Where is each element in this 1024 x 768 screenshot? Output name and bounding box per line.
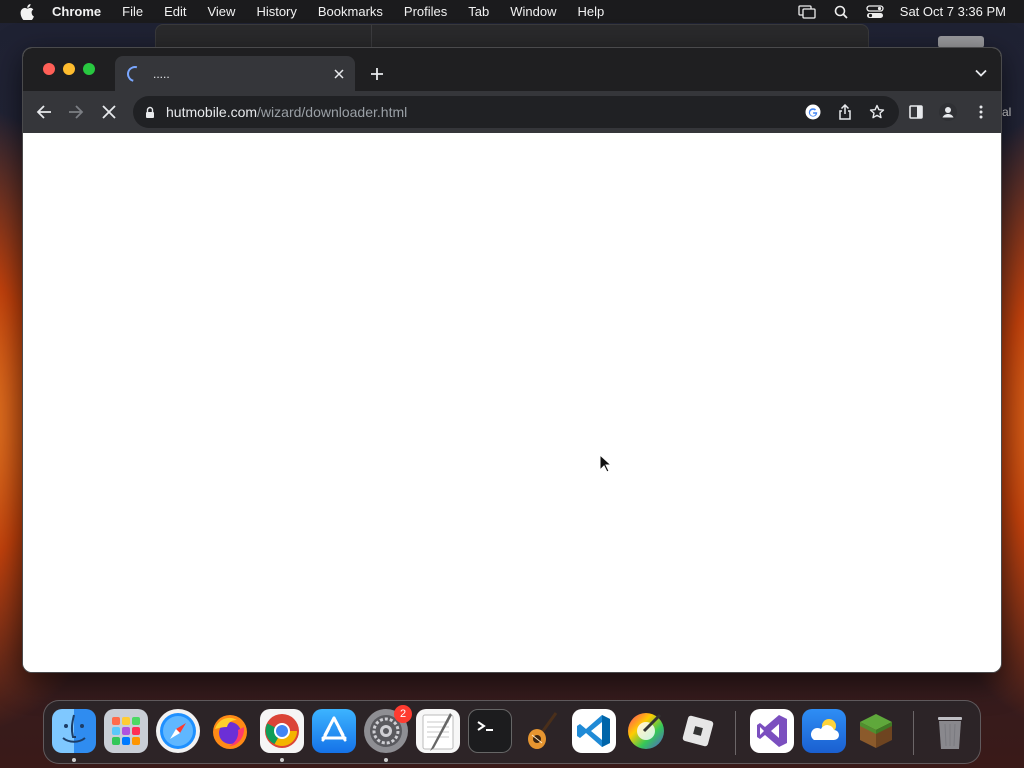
trash-icon[interactable] bbox=[928, 709, 972, 753]
mouse-pointer-icon bbox=[599, 454, 613, 473]
visual-studio-icon[interactable] bbox=[750, 709, 794, 753]
stop-loading-icon[interactable] bbox=[99, 102, 119, 122]
chrome-icon[interactable] bbox=[260, 709, 304, 753]
dock: 2 bbox=[43, 700, 981, 764]
side-panel-icon[interactable] bbox=[906, 102, 926, 122]
tab-close-icon[interactable] bbox=[331, 66, 347, 82]
vscode-icon[interactable] bbox=[572, 709, 616, 753]
window-close-button[interactable] bbox=[43, 63, 55, 75]
running-indicator bbox=[280, 758, 284, 762]
garageband-icon[interactable] bbox=[520, 709, 564, 753]
dock-separator bbox=[913, 711, 914, 755]
menu-file[interactable]: File bbox=[122, 4, 143, 19]
window-zoom-button[interactable] bbox=[83, 63, 95, 75]
menu-bar-clock[interactable]: Sat Oct 7 3:36 PM bbox=[900, 4, 1006, 19]
screen-mirroring-icon[interactable] bbox=[798, 4, 816, 20]
menu-view[interactable]: View bbox=[207, 4, 235, 19]
menu-app-name[interactable]: Chrome bbox=[52, 4, 101, 19]
menu-profiles[interactable]: Profiles bbox=[404, 4, 447, 19]
forward-arrow-icon[interactable] bbox=[66, 102, 86, 122]
tab-title: ..... bbox=[153, 66, 170, 81]
browser-tab-active[interactable]: ..... bbox=[115, 56, 355, 91]
terminal-icon[interactable] bbox=[468, 709, 512, 753]
app-store-icon[interactable] bbox=[312, 709, 356, 753]
tab-search-chevron-icon[interactable] bbox=[973, 65, 989, 81]
firefox-icon[interactable] bbox=[208, 709, 252, 753]
menu-help[interactable]: Help bbox=[578, 4, 605, 19]
window-minimize-button[interactable] bbox=[63, 63, 75, 75]
running-indicator bbox=[72, 758, 76, 762]
menu-bar-status-area: Sat Oct 7 3:36 PM bbox=[782, 0, 1006, 23]
color-picker-icon[interactable] bbox=[624, 709, 668, 753]
page-viewport[interactable] bbox=[23, 133, 1001, 672]
settings-icon[interactable]: 2 bbox=[364, 705, 412, 753]
control-center-icon[interactable] bbox=[866, 4, 884, 20]
apple-menu-icon[interactable] bbox=[20, 3, 34, 20]
spotlight-search-icon[interactable] bbox=[832, 4, 850, 20]
url-domain: hutmobile.com bbox=[166, 104, 258, 120]
chrome-menu-kebab-icon[interactable] bbox=[971, 102, 991, 122]
menu-history[interactable]: History bbox=[256, 4, 296, 19]
background-window-edge-text: al bbox=[1002, 105, 1012, 119]
back-arrow-icon[interactable] bbox=[34, 102, 54, 122]
url-path: /wizard/downloader.html bbox=[257, 104, 408, 120]
address-bar[interactable]: hutmobile.com/wizard/downloader.html bbox=[133, 96, 899, 128]
minecraft-icon[interactable] bbox=[854, 709, 898, 753]
menu-bar: Chrome File Edit View History Bookmarks … bbox=[0, 0, 1024, 23]
notification-badge: 2 bbox=[394, 705, 412, 723]
lock-icon[interactable] bbox=[145, 105, 157, 119]
share-icon[interactable] bbox=[837, 104, 853, 120]
loading-spinner-icon bbox=[124, 62, 146, 85]
new-tab-button[interactable] bbox=[367, 64, 387, 84]
finder-icon[interactable] bbox=[52, 709, 96, 753]
chrome-window: ..... hutmobile.com/wizard/downloader.ht… bbox=[22, 47, 1002, 673]
safari-icon[interactable] bbox=[156, 709, 200, 753]
textedit-icon[interactable] bbox=[416, 709, 460, 753]
launchpad-icon[interactable] bbox=[104, 709, 148, 753]
browser-toolbar: hutmobile.com/wizard/downloader.html bbox=[23, 91, 1001, 133]
google-lens-icon[interactable] bbox=[805, 104, 821, 120]
menu-window[interactable]: Window bbox=[510, 4, 556, 19]
dock-separator bbox=[735, 711, 736, 755]
menu-tab[interactable]: Tab bbox=[468, 4, 489, 19]
url-text[interactable]: hutmobile.com/wizard/downloader.html bbox=[166, 104, 407, 120]
bookmark-star-icon[interactable] bbox=[869, 104, 885, 120]
roblox-icon[interactable] bbox=[676, 709, 720, 753]
running-indicator bbox=[384, 758, 388, 762]
menu-bookmarks[interactable]: Bookmarks bbox=[318, 4, 383, 19]
weather-icon[interactable] bbox=[802, 709, 846, 753]
menu-edit[interactable]: Edit bbox=[164, 4, 186, 19]
tab-strip: ..... bbox=[23, 48, 1001, 91]
profile-avatar-icon[interactable] bbox=[938, 102, 958, 122]
